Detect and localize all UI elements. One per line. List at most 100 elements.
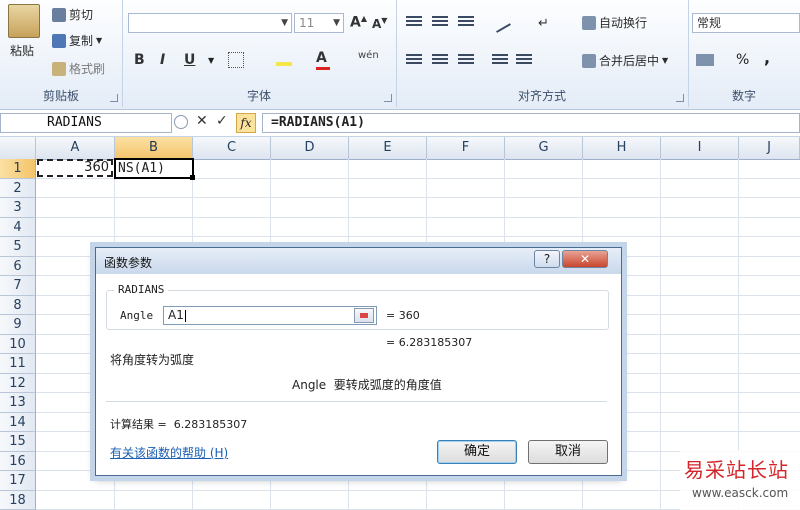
- number-group: 常规 % , 数字: [688, 0, 800, 107]
- angle-input[interactable]: A1: [163, 306, 377, 325]
- percent-button[interactable]: %: [736, 52, 749, 68]
- column-header-h[interactable]: H: [583, 137, 661, 159]
- row-header-2[interactable]: 2: [0, 178, 36, 198]
- align-left-icon[interactable]: [406, 54, 422, 66]
- row-header-9[interactable]: 9: [0, 315, 36, 335]
- font-color-button[interactable]: A: [316, 50, 327, 66]
- row-header-8[interactable]: 8: [0, 295, 36, 315]
- column-header-i[interactable]: I: [661, 137, 739, 159]
- alignment-group-label: 对齐方式: [517, 89, 566, 103]
- shrink-font-button[interactable]: A▼: [372, 16, 387, 31]
- column-header-f[interactable]: F: [427, 137, 505, 159]
- comma-button[interactable]: ,: [764, 48, 770, 67]
- row-header-3[interactable]: 3: [0, 198, 36, 218]
- underline-dropdown-icon[interactable]: ▼: [208, 56, 214, 65]
- row-header-12[interactable]: 12: [0, 373, 36, 393]
- italic-button[interactable]: I: [160, 52, 165, 68]
- row-header-4[interactable]: 4: [0, 217, 36, 237]
- function-name-label: RADIANS: [114, 283, 169, 296]
- ok-button[interactable]: 确定: [437, 440, 517, 464]
- merge-dropdown-icon[interactable]: ▼: [662, 56, 668, 65]
- cell-a1[interactable]: 360: [37, 159, 113, 177]
- paste-button[interactable]: 粘贴: [10, 42, 34, 59]
- function-help-link[interactable]: 有关该函数的帮助 (H): [110, 444, 228, 461]
- number-format-combo[interactable]: 常规: [692, 13, 800, 33]
- currency-icon[interactable]: [696, 54, 714, 66]
- row-header-17[interactable]: 17: [0, 471, 36, 491]
- increase-indent-icon[interactable]: [516, 54, 532, 66]
- cell-b1[interactable]: NS(A1): [114, 158, 194, 179]
- shrink-font-label: A: [372, 17, 382, 31]
- watermark: 易采站长站 www.easck.com: [680, 450, 800, 510]
- wrap-text-button[interactable]: 自动换行: [582, 14, 647, 31]
- font-launcher-icon[interactable]: [384, 94, 392, 102]
- row-header-18[interactable]: 18: [0, 490, 36, 510]
- name-box[interactable]: RADIANS: [0, 113, 172, 133]
- font-name-dropdown-icon[interactable]: ▼: [281, 14, 288, 32]
- decrease-indent-icon[interactable]: [492, 54, 508, 66]
- top-align-icon[interactable]: [406, 16, 422, 28]
- copy-dropdown-icon[interactable]: ▼: [96, 36, 102, 45]
- cancel-button[interactable]: 取消: [528, 440, 608, 464]
- phonetic-button[interactable]: wén: [358, 50, 379, 61]
- wrap-text-label: 自动换行: [599, 16, 648, 30]
- column-header-c[interactable]: C: [193, 137, 271, 159]
- formula-input[interactable]: =RADIANS(A1): [262, 113, 800, 133]
- row-header-11[interactable]: 11: [0, 354, 36, 374]
- bold-button[interactable]: B: [134, 52, 145, 68]
- cut-button[interactable]: 剪切: [52, 6, 93, 23]
- paste-icon: [8, 4, 40, 38]
- row-header-14[interactable]: 14: [0, 412, 36, 432]
- merge-center-button[interactable]: 合并后居中 ▼: [582, 52, 668, 69]
- font-size-dropdown-icon[interactable]: ▼: [333, 14, 340, 32]
- name-box-handle-icon[interactable]: [174, 115, 188, 129]
- middle-align-icon[interactable]: [432, 16, 448, 28]
- column-header-a[interactable]: A: [36, 137, 115, 159]
- enter-formula-button[interactable]: ✓: [216, 113, 228, 129]
- row-header-1[interactable]: 1: [0, 159, 36, 179]
- fill-handle[interactable]: [190, 175, 195, 180]
- scissors-icon: [52, 7, 66, 22]
- column-header-b[interactable]: B: [115, 137, 193, 159]
- clipboard-launcher-icon[interactable]: [110, 94, 118, 102]
- column-header-g[interactable]: G: [505, 137, 583, 159]
- watermark-text: 易采站长站: [684, 458, 789, 482]
- cancel-formula-button[interactable]: ✕: [196, 113, 208, 129]
- row-header-10[interactable]: 10: [0, 334, 36, 354]
- paste-label: 粘贴: [10, 44, 35, 58]
- wrap-arrow-icon[interactable]: ↵: [538, 16, 549, 31]
- row-header-13[interactable]: 13: [0, 393, 36, 413]
- row-header-5[interactable]: 5: [0, 237, 36, 257]
- copy-label: 复制: [69, 34, 94, 48]
- bottom-align-icon[interactable]: [458, 16, 474, 28]
- copy-button[interactable]: 复制 ▼: [52, 32, 102, 49]
- font-size-combo[interactable]: 11 ▼: [294, 13, 344, 33]
- border-icon[interactable]: [228, 52, 244, 68]
- wrap-text-icon: [582, 15, 596, 30]
- row-header-15[interactable]: 15: [0, 432, 36, 452]
- angle-input-value: A1: [168, 308, 184, 322]
- align-center-icon[interactable]: [432, 54, 448, 66]
- help-button[interactable]: ?: [534, 250, 560, 268]
- column-header-e[interactable]: E: [349, 137, 427, 159]
- number-format-value: 常规: [697, 16, 722, 30]
- font-name-combo[interactable]: ▼: [128, 13, 292, 33]
- row-header-16[interactable]: 16: [0, 451, 36, 471]
- underline-button[interactable]: U: [184, 52, 195, 68]
- dialog-title-bar[interactable]: 函数参数 ? ✕: [96, 248, 621, 274]
- ribbon: 粘贴 剪切 复制 ▼ 格式刷 剪贴板 ▼ 11 ▼ A▲ A▼ B I U ▼ A …: [0, 0, 800, 110]
- align-right-icon[interactable]: [458, 54, 474, 66]
- column-header-d[interactable]: D: [271, 137, 349, 159]
- alignment-launcher-icon[interactable]: [676, 94, 684, 102]
- orientation-icon[interactable]: [489, 11, 511, 33]
- close-button[interactable]: ✕: [562, 250, 608, 268]
- column-header-j[interactable]: J: [739, 137, 800, 159]
- select-all-corner[interactable]: [0, 137, 36, 159]
- format-painter-button[interactable]: 格式刷: [52, 60, 105, 77]
- row-header-6[interactable]: 6: [0, 256, 36, 276]
- grow-font-button[interactable]: A▲: [350, 14, 367, 31]
- row-header-7[interactable]: 7: [0, 276, 36, 296]
- insert-function-button[interactable]: fx: [236, 113, 256, 133]
- fill-color-icon[interactable]: [276, 52, 292, 66]
- collapse-dialog-icon[interactable]: [354, 308, 374, 323]
